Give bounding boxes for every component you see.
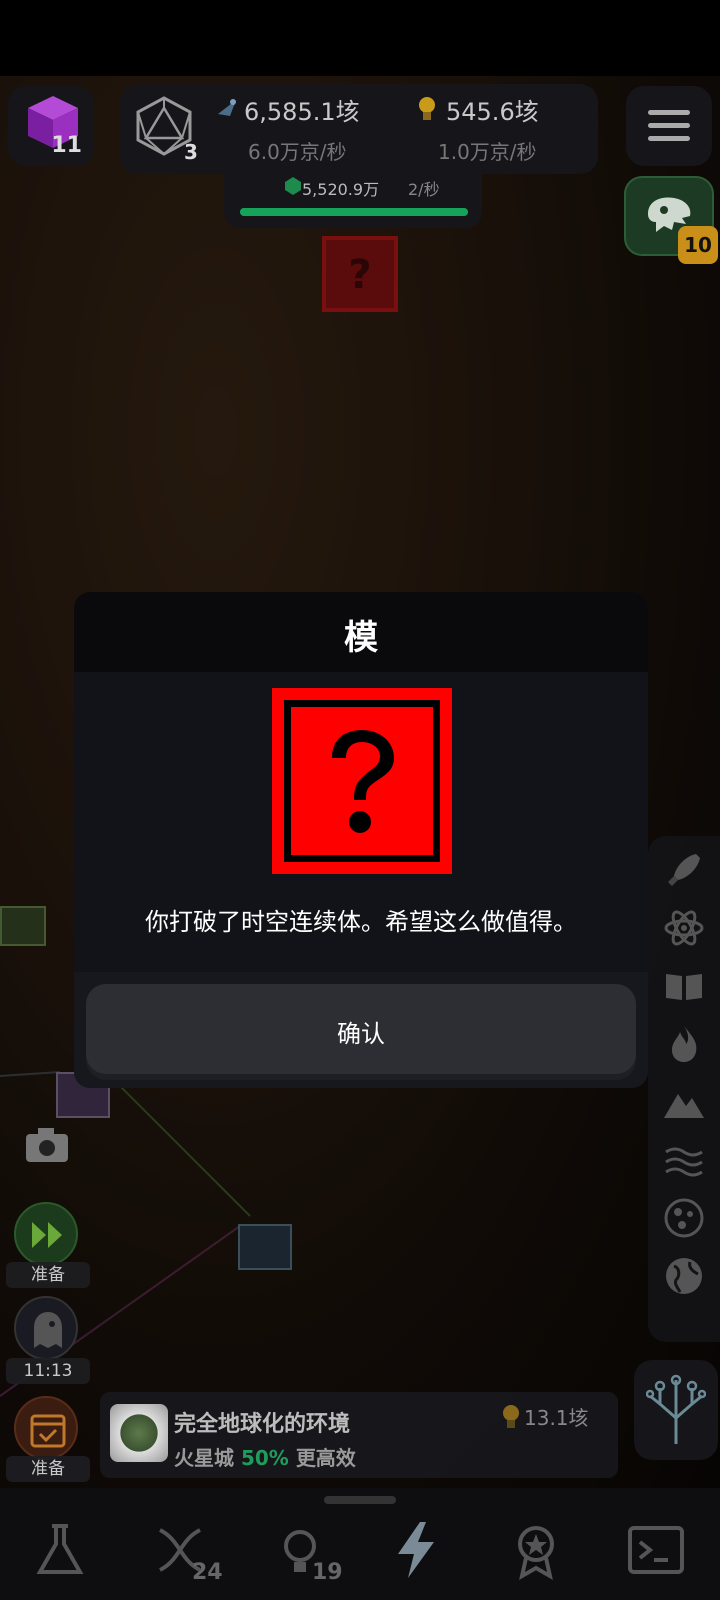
mystery-icon xyxy=(272,688,452,874)
terraform-thumbnail xyxy=(110,1404,168,1462)
modal-body: 你打破了时空连续体。希望这么做值得。 xyxy=(74,672,648,972)
menu-icon-line xyxy=(648,136,690,141)
lightbulb-icon xyxy=(419,97,435,120)
flask-icon[interactable] xyxy=(30,1520,90,1580)
modal-message: 你打破了时空连续体。希望这么做值得。 xyxy=(145,908,577,936)
resource1-rate: 6.0万京/秒 xyxy=(248,140,347,164)
lightning-icon[interactable] xyxy=(386,1520,446,1580)
calendar-check-icon xyxy=(30,1414,66,1448)
status-bar xyxy=(0,0,720,76)
upgrade-title: 完全地球化的环境 xyxy=(174,1412,351,1437)
idea-count: 19 xyxy=(312,1560,343,1585)
drawer-handle[interactable] xyxy=(324,1496,396,1504)
gem-panel[interactable]: 5,520.9万 2/秒 xyxy=(224,172,482,228)
resource2-rate: 1.0万京/秒 xyxy=(438,140,537,164)
cell-icon[interactable] xyxy=(662,1196,706,1240)
terminal-icon[interactable] xyxy=(626,1520,686,1580)
gem-progress-fill xyxy=(240,208,468,216)
waves-icon[interactable] xyxy=(662,1138,706,1182)
fast-forward-button[interactable] xyxy=(14,1202,78,1266)
ghost-timer-button[interactable] xyxy=(14,1296,78,1360)
resource-panel[interactable]: 3 6,585.1垓 6.0万京/秒 545.6垓 1.0万京/秒 xyxy=(120,84,598,174)
cube-count: 11 xyxy=(51,133,82,158)
side-panel xyxy=(648,836,720,1342)
camera-icon[interactable] xyxy=(24,1126,70,1164)
modal-dialog: 模 你打破了时空连续体。希望这么做值得。 确认 xyxy=(74,592,648,1088)
gem-progress-bar xyxy=(240,208,468,216)
tech-tree-button[interactable] xyxy=(634,1360,718,1460)
rocket-icon[interactable] xyxy=(662,848,706,892)
dinosaur-badge: 10 xyxy=(678,226,718,264)
ready-label: 准备 xyxy=(6,1456,90,1482)
question-mark-icon xyxy=(332,730,394,833)
badge-icon[interactable] xyxy=(506,1520,566,1580)
upgrade-cost: 13.1垓 xyxy=(524,1406,589,1430)
fast-forward-icon xyxy=(32,1222,62,1248)
mountain-icon[interactable] xyxy=(662,1080,706,1124)
globe-icon[interactable] xyxy=(662,1254,706,1298)
tech-tree-icon xyxy=(646,1374,706,1444)
bottom-nav xyxy=(0,1488,720,1600)
lightbulb-icon xyxy=(503,1405,519,1428)
modal-title: 模 xyxy=(344,618,378,658)
upgrade-target: 火星城 xyxy=(174,1446,234,1470)
upgrade-effect: 更高效 xyxy=(295,1446,356,1470)
gem-icon xyxy=(285,177,301,195)
resource1-value: 6,585.1垓 xyxy=(244,98,360,126)
gem-value: 5,520.9万 xyxy=(302,180,380,199)
confirm-button[interactable]: 确认 xyxy=(86,984,636,1074)
menu-icon-line xyxy=(648,123,690,128)
atom-icon[interactable] xyxy=(662,906,706,950)
book-icon[interactable] xyxy=(662,964,706,1008)
ghost-icon xyxy=(34,1312,62,1348)
dna-count: 24 xyxy=(192,1560,223,1585)
confirm-button-label: 确认 xyxy=(337,1020,385,1048)
question-mark-icon: ? xyxy=(348,252,372,298)
upgrade-percent: 50% xyxy=(240,1446,289,1470)
map-node[interactable] xyxy=(238,1224,292,1270)
gem-rate: 2/秒 xyxy=(408,180,440,199)
icosahedron-count: 3 xyxy=(184,140,198,164)
ready-label: 准备 xyxy=(6,1262,90,1288)
upgrade-subtitle: 火星城 50% 更高效 xyxy=(174,1442,356,1471)
calendar-button[interactable] xyxy=(14,1396,78,1460)
mystery-node[interactable]: ? xyxy=(322,236,398,312)
rocket-small-icon xyxy=(218,99,236,116)
modal-header: 模 xyxy=(74,592,648,672)
timer-label: 11:13 xyxy=(6,1358,90,1384)
cube-button[interactable]: 11 xyxy=(8,86,94,166)
upgrade-info-bar[interactable]: 完全地球化的环境 火星城 50% 更高效 13.1垓 xyxy=(100,1392,618,1478)
menu-button[interactable] xyxy=(626,86,712,166)
menu-icon xyxy=(648,110,690,115)
map-node[interactable] xyxy=(0,906,46,946)
fire-icon[interactable] xyxy=(662,1022,706,1066)
resource2-value: 545.6垓 xyxy=(446,98,539,126)
